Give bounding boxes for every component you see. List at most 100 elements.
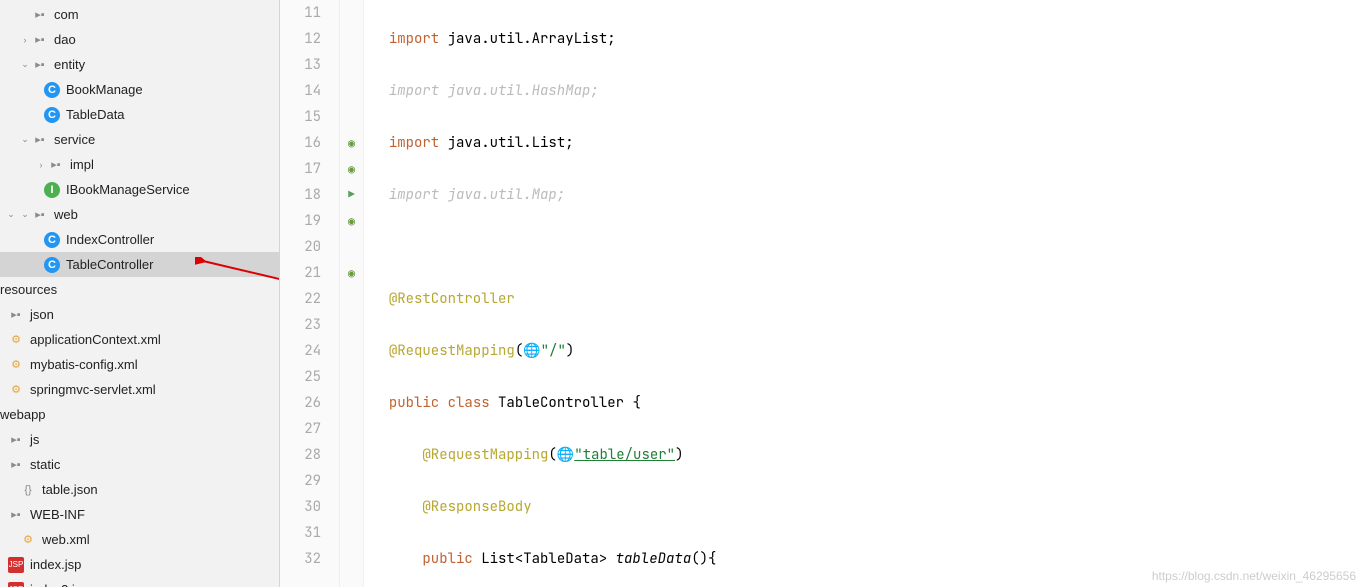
- line-number: 19: [280, 208, 321, 234]
- line-number: 21: [280, 260, 321, 286]
- code-line[interactable]: @RequestMapping(🌐"/"): [372, 338, 1366, 364]
- tree-item-indexjsp[interactable]: JSP index.jsp: [0, 552, 279, 577]
- code-content[interactable]: import java.util.ArrayList; import java.…: [364, 0, 1366, 587]
- folder-icon: ▸▪: [8, 432, 24, 448]
- jsp-icon: JSP: [8, 582, 24, 587]
- code-line[interactable]: [372, 234, 1366, 260]
- tree-item-js[interactable]: ▸▪ js: [0, 427, 279, 452]
- xml-icon: ⚙: [8, 382, 24, 398]
- folder-icon: ▸▪: [32, 32, 48, 48]
- tree-label: TableController: [66, 257, 153, 272]
- chevron-down-icon: ⌄: [18, 209, 32, 220]
- globe-icon: 🌐: [557, 446, 574, 464]
- folder-icon: ▸▪: [32, 7, 48, 23]
- code-editor[interactable]: 11 12 13 14 15 16 17 18 19 20 21 22 23 2…: [280, 0, 1366, 587]
- tree-label: springmvc-servlet.xml: [30, 382, 156, 397]
- chevron-down-icon: ⌄: [18, 134, 32, 145]
- project-tree[interactable]: ▸▪com ›▸▪dao ⌄▸▪entity CBookManage CTabl…: [0, 0, 280, 587]
- line-number: 15: [280, 104, 321, 130]
- tree-item-webxml[interactable]: ⚙web.xml: [0, 527, 279, 552]
- folder-icon: ▸▪: [32, 57, 48, 73]
- tree-item-ibookmanageservice[interactable]: IIBookManageService: [0, 177, 279, 202]
- code-line[interactable]: import java.util.HashMap;: [372, 78, 1366, 104]
- tree-label: resources: [0, 282, 57, 297]
- line-number: 14: [280, 78, 321, 104]
- line-number: 31: [280, 520, 321, 546]
- line-number: 26: [280, 390, 321, 416]
- chevron-right-icon: ›: [18, 35, 32, 45]
- code-line[interactable]: import java.util.Map;: [372, 182, 1366, 208]
- tree-item-index2jsp[interactable]: JSPindex2.jsp: [0, 577, 279, 587]
- tree-item-webinf[interactable]: ▸▪WEB-INF: [0, 502, 279, 527]
- endpoint-icon[interactable]: ◉: [348, 130, 355, 156]
- chevron-right-icon: ›: [34, 160, 48, 170]
- tree-item-service[interactable]: ⌄▸▪ service: [0, 127, 279, 152]
- tree-label: index.jsp: [30, 557, 81, 572]
- line-number: 25: [280, 364, 321, 390]
- line-number: 28: [280, 442, 321, 468]
- tree-item-json[interactable]: ▸▪ json: [0, 302, 279, 327]
- folder-icon: ▸▪: [32, 207, 48, 223]
- tree-label: static: [30, 457, 60, 472]
- tree-item-resources[interactable]: resources: [0, 277, 279, 302]
- tree-item-indexcontroller[interactable]: CIndexController: [0, 227, 279, 252]
- run-icon[interactable]: ▶: [348, 182, 355, 208]
- folder-icon: ▸▪: [8, 457, 24, 473]
- tree-item-impl[interactable]: ›▸▪impl: [0, 152, 279, 177]
- globe-icon: 🌐: [523, 342, 540, 360]
- gutter-icons: ◉ ◉ ▶ ◉ ◉: [340, 0, 364, 587]
- tree-label: table.json: [42, 482, 98, 497]
- tree-item-tablejson[interactable]: {}table.json: [0, 477, 279, 502]
- tree-label: applicationContext.xml: [30, 332, 161, 347]
- tree-item-web[interactable]: ⌄⌄▸▪web: [0, 202, 279, 227]
- tree-label: service: [54, 132, 95, 147]
- tree-label: webapp: [0, 407, 46, 422]
- chevron-down-icon: ⌄: [18, 59, 32, 70]
- jsp-icon: JSP: [8, 557, 24, 573]
- chevron-down-icon: ⌄: [4, 209, 18, 220]
- folder-icon: ▸▪: [8, 307, 24, 323]
- interface-icon: I: [44, 182, 60, 198]
- tree-label: TableData: [66, 107, 125, 122]
- endpoint-icon[interactable]: ◉: [348, 260, 355, 286]
- tree-item-dao[interactable]: ›▸▪dao: [0, 27, 279, 52]
- code-line[interactable]: import java.util.List;: [372, 130, 1366, 156]
- tree-item-entity[interactable]: ⌄▸▪entity: [0, 52, 279, 77]
- endpoint-icon[interactable]: ◉: [348, 208, 355, 234]
- code-line[interactable]: @ResponseBody: [372, 494, 1366, 520]
- line-number: 23: [280, 312, 321, 338]
- code-line[interactable]: import java.util.ArrayList;: [372, 26, 1366, 52]
- tree-label: js: [30, 432, 39, 447]
- line-number: 20: [280, 234, 321, 260]
- tree-label: com: [54, 7, 79, 22]
- line-number: 13: [280, 52, 321, 78]
- line-number: 29: [280, 468, 321, 494]
- line-number: 30: [280, 494, 321, 520]
- tree-label: web: [54, 207, 78, 222]
- tree-item-appcontext[interactable]: ⚙ applicationContext.xml: [0, 327, 279, 352]
- watermark: https://blog.csdn.net/weixin_46295656: [1152, 569, 1356, 583]
- endpoint-icon[interactable]: ◉: [348, 156, 355, 182]
- code-line[interactable]: public class TableController {: [372, 390, 1366, 416]
- tree-item-static[interactable]: ▸▪ static: [0, 452, 279, 477]
- tree-item-springmvc[interactable]: ⚙ springmvc-servlet.xml: [0, 377, 279, 402]
- code-line[interactable]: @RestController: [372, 286, 1366, 312]
- line-number: 16: [280, 130, 321, 156]
- line-number: 24: [280, 338, 321, 364]
- tree-label: mybatis-config.xml: [30, 357, 138, 372]
- code-line[interactable]: @RequestMapping(🌐"table/user"): [372, 442, 1366, 468]
- tree-label: json: [30, 307, 54, 322]
- tree-item-webapp[interactable]: webapp: [0, 402, 279, 427]
- line-number: 32: [280, 546, 321, 572]
- xml-icon: ⚙: [8, 332, 24, 348]
- tree-item-tabledata[interactable]: CTableData: [0, 102, 279, 127]
- tree-item-mybatis[interactable]: ⚙mybatis-config.xml: [0, 352, 279, 377]
- tree-item-bookmanage[interactable]: CBookManage: [0, 77, 279, 102]
- tree-item-com[interactable]: ▸▪ com: [0, 2, 279, 27]
- tree-item-tablecontroller[interactable]: C TableController: [0, 252, 279, 277]
- tree-label: WEB-INF: [30, 507, 85, 522]
- folder-icon: ▸▪: [32, 132, 48, 148]
- class-icon: C: [44, 232, 60, 248]
- class-icon: C: [44, 257, 60, 273]
- xml-icon: ⚙: [20, 532, 36, 548]
